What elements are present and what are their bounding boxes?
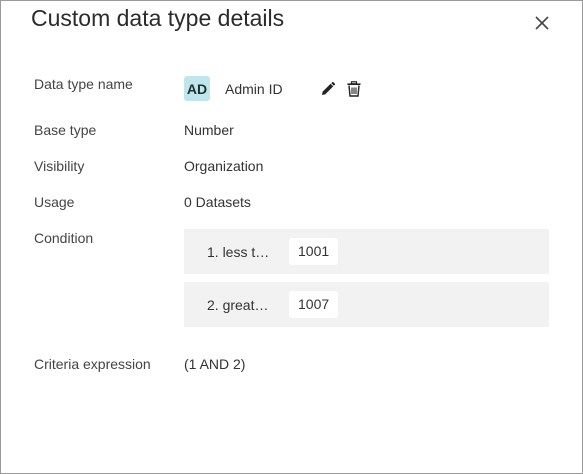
data-type-name-label: Data type name xyxy=(34,76,133,92)
condition-value: 1001 xyxy=(289,238,339,265)
edit-button[interactable] xyxy=(320,81,336,97)
condition-row: 2. greate… 1007 xyxy=(184,282,549,327)
condition-text: 1. less th… xyxy=(207,244,275,260)
usage-value: 0 Datasets xyxy=(184,194,251,210)
criteria-expression-value: (1 AND 2) xyxy=(184,356,246,372)
visibility-value: Organization xyxy=(184,158,264,174)
dialog-title: Custom data type details xyxy=(31,5,285,31)
trash-icon xyxy=(347,81,361,97)
close-icon xyxy=(535,16,549,30)
usage-label: Usage xyxy=(34,194,75,210)
base-type-label: Base type xyxy=(34,122,97,138)
custom-data-type-dialog: Custom data type details Data type name … xyxy=(0,0,583,474)
condition-label: Condition xyxy=(34,230,94,246)
data-type-name-value: Admin ID xyxy=(225,81,283,97)
delete-button[interactable] xyxy=(346,81,362,97)
base-type-value: Number xyxy=(184,122,234,138)
data-type-abbreviation-badge: AD xyxy=(184,76,210,101)
condition-row: 1. less th… 1001 xyxy=(184,229,549,274)
criteria-expression-label: Criteria expression xyxy=(34,356,151,372)
condition-value: 1007 xyxy=(289,291,339,318)
close-button[interactable] xyxy=(533,14,551,32)
condition-text: 2. greate… xyxy=(207,297,275,313)
pencil-icon xyxy=(322,81,336,95)
visibility-label: Visibility xyxy=(34,158,85,174)
